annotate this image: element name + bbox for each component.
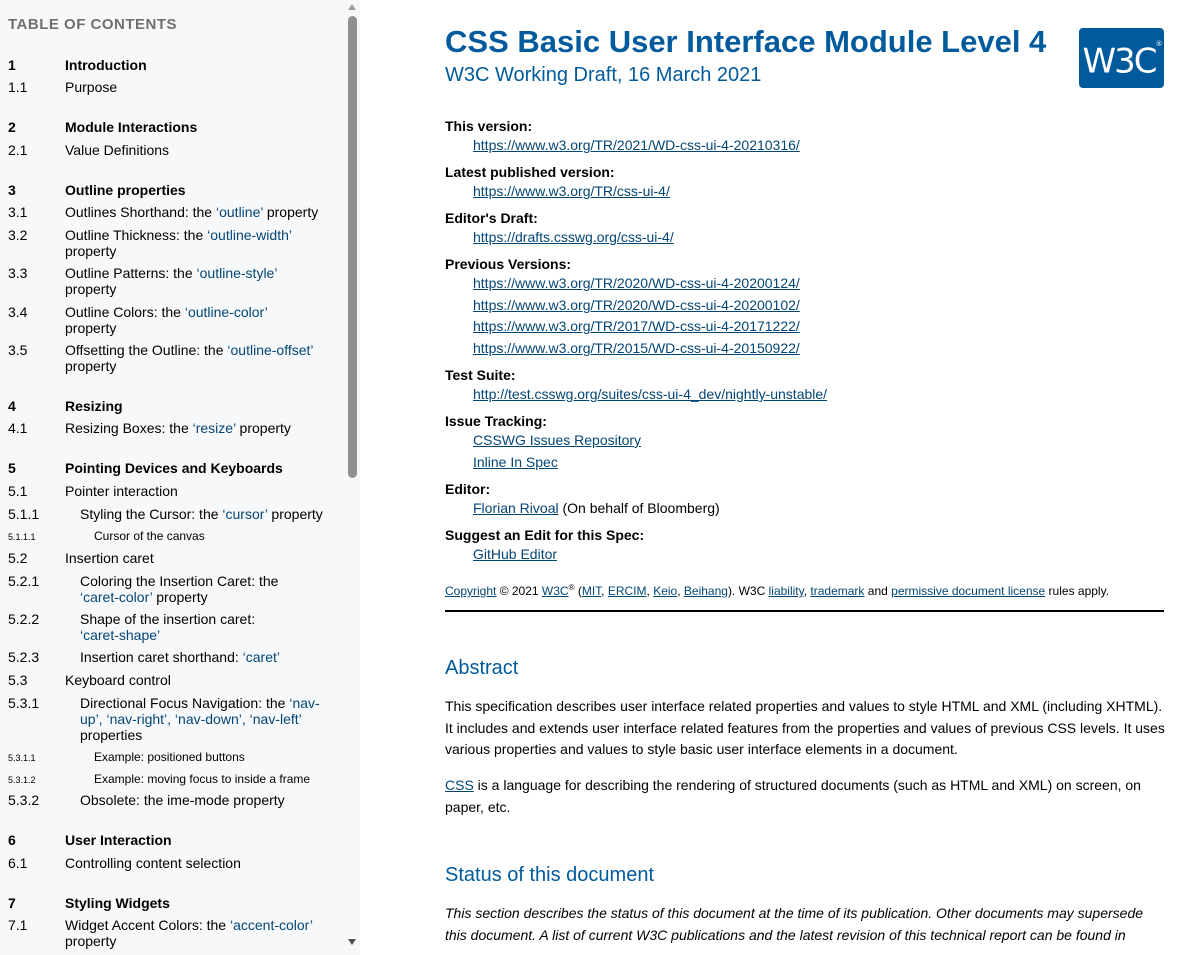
latest-version-label: Latest published version: (445, 164, 615, 180)
previous-version-link[interactable]: https://www.w3.org/TR/2020/WD-css-ui-4-2… (473, 297, 800, 313)
status-paragraph: This section describes the status of thi… (445, 905, 1144, 943)
header-divider (445, 610, 1164, 612)
previous-version-link[interactable]: https://www.w3.org/TR/2015/WD-css-ui-4-2… (473, 340, 800, 356)
toc-title: TABLE OF CONTENTS (8, 16, 178, 33)
page-title: CSS Basic User Interface Module Level 4 (445, 24, 1047, 59)
liability-link[interactable]: liability (769, 584, 804, 598)
latest-version-link[interactable]: https://www.w3.org/TR/css-ui-4/ (473, 183, 670, 199)
this-version-label: This version: (445, 118, 533, 134)
mit-link[interactable]: MIT (582, 584, 601, 598)
previous-version-link[interactable]: https://www.w3.org/TR/2017/WD-css-ui-4-2… (473, 318, 800, 334)
copyright-link[interactable]: Copyright (445, 584, 496, 598)
copyright-notice: Copyright © 2021 W3C® (MIT, ERCIM, Keio,… (445, 583, 1110, 598)
status-heading: Status of this document (445, 864, 655, 886)
previous-versions-label: Previous Versions: (445, 256, 572, 272)
page-subtitle: W3C Working Draft, 16 March 2021 (445, 64, 762, 86)
test-suite-label: Test Suite: (445, 367, 516, 383)
issues-repository-link[interactable]: CSSWG Issues Repository (473, 432, 641, 448)
scroll-down-arrow-icon[interactable] (348, 939, 356, 945)
editor-label: Editor: (445, 481, 491, 497)
keio-link[interactable]: Keio (653, 584, 677, 598)
toc-sidebar: TABLE OF CONTENTS 1 Introduction 1.1 Purpo… (0, 0, 360, 955)
suggest-edit-label: Suggest an Edit for this Spec: (445, 527, 645, 543)
w3c-logo[interactable]: W3C® (1079, 28, 1164, 88)
abstract-paragraph: This specification describes user interf… (445, 698, 1165, 757)
trademark-link[interactable]: trademark (810, 584, 864, 598)
editor-name-link[interactable]: Florian Rivoal (473, 500, 559, 516)
license-link[interactable]: permissive document license (891, 584, 1045, 598)
this-version-link[interactable]: https://www.w3.org/TR/2021/WD-css-ui-4-2… (473, 137, 800, 153)
ercim-link[interactable]: ERCIM (608, 584, 647, 598)
editors-draft-link[interactable]: https://drafts.csswg.org/css-ui-4/ (473, 229, 674, 245)
abstract-heading: Abstract (445, 657, 519, 679)
w3c-link[interactable]: W3C (542, 584, 569, 598)
css-link[interactable]: CSS (445, 777, 474, 793)
scroll-up-arrow-icon[interactable] (348, 4, 356, 10)
issue-tracking-label: Issue Tracking: (445, 413, 547, 429)
github-editor-link[interactable]: GitHub Editor (473, 546, 557, 562)
beihang-link[interactable]: Beihang (684, 584, 728, 598)
abstract-paragraph: CSS is a language for describing the ren… (445, 777, 1141, 815)
test-suite-link[interactable]: http://test.csswg.org/suites/css-ui-4_de… (473, 386, 827, 402)
editors-draft-label: Editor's Draft: (445, 210, 538, 226)
scrollbar-thumb[interactable] (348, 16, 357, 478)
inline-in-spec-link[interactable]: Inline In Spec (473, 454, 558, 470)
previous-version-link[interactable]: https://www.w3.org/TR/2020/WD-css-ui-4-2… (473, 275, 800, 291)
editor-entry: Florian Rivoal (On behalf of Bloomberg) (473, 500, 720, 516)
